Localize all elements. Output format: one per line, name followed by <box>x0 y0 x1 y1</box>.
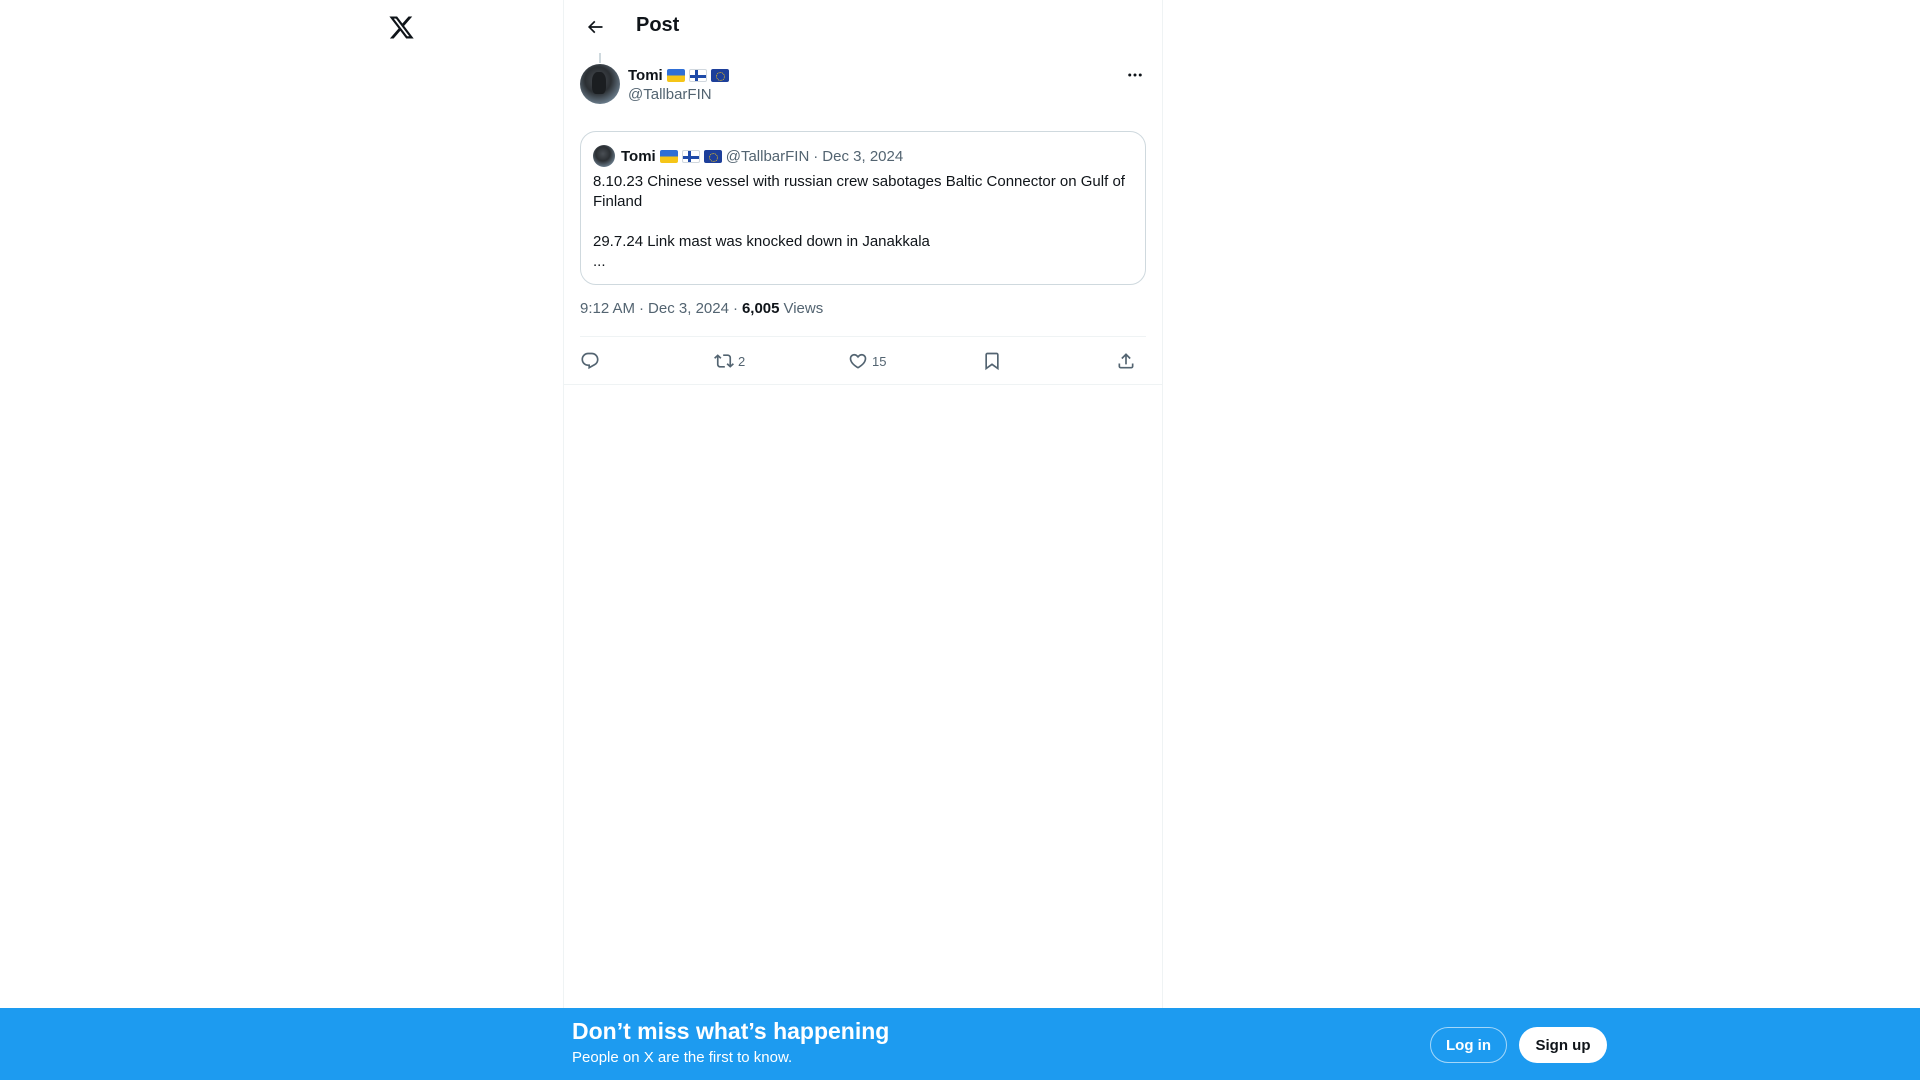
post-meta: 9:12 AM · Dec 3, 2024 · 6,005 Views <box>580 300 823 317</box>
banner-subtitle: People on X are the first to know. <box>572 1049 793 1066</box>
x-logo-icon[interactable] <box>386 12 416 42</box>
bookmark-icon <box>985 352 999 371</box>
finland-flag-icon <box>688 68 707 82</box>
thread-line <box>599 53 601 63</box>
share-icon <box>1118 353 1134 369</box>
repost-button[interactable]: 2 <box>714 347 745 375</box>
back-button[interactable] <box>578 10 612 44</box>
quoted-author-avatar <box>593 145 615 167</box>
views-label: Views <box>783 300 824 317</box>
page-header: Post <box>564 0 1162 53</box>
primary-column: Post Tomi @TallbarFIN Tomi @TallbarFIN ·… <box>563 0 1163 1080</box>
author-avatar[interactable] <box>580 64 620 104</box>
separator-dot: · <box>813 147 819 165</box>
page-title: Post <box>636 14 680 36</box>
heart-icon <box>849 353 867 369</box>
quoted-post-text: 8.10.23 Chinese vessel with russian crew… <box>593 172 1133 272</box>
author-name[interactable]: Tomi <box>628 67 663 84</box>
finland-flag-icon <box>681 149 700 163</box>
reply-button[interactable] <box>580 347 604 375</box>
x-logo-svg <box>388 16 414 38</box>
signup-banner: Don’t miss what’s happening People on X … <box>0 1008 1920 1080</box>
share-button[interactable] <box>1116 347 1136 375</box>
author-name-row: Tomi <box>628 65 729 85</box>
ukraine-flag-icon <box>666 68 685 82</box>
more-dots-icon <box>1128 73 1142 77</box>
repost-icon <box>714 354 734 368</box>
quoted-text-line: 29.7.24 Link mast was knocked down in Ja… <box>593 233 930 250</box>
post-time[interactable]: 9:12 AM <box>580 300 635 317</box>
post-date[interactable]: Dec 3, 2024 <box>648 300 729 317</box>
quoted-author-handle: @TallbarFIN <box>725 147 810 165</box>
bookmark-button[interactable] <box>982 347 1002 375</box>
divider <box>580 336 1146 337</box>
like-button[interactable]: 15 <box>848 347 886 375</box>
quoted-author-name: Tomi <box>621 147 656 165</box>
quoted-post-header: Tomi @TallbarFIN · Dec 3, 2024 <box>593 145 903 167</box>
views-count: 6,005 <box>741 300 780 317</box>
quoted-post-date: Dec 3, 2024 <box>822 147 904 165</box>
action-bar: 2 15 <box>580 347 1146 375</box>
quoted-post-card[interactable]: Tomi @TallbarFIN · Dec 3, 2024 8.10.23 C… <box>580 131 1146 285</box>
quoted-text-ellipsis: ... <box>593 253 606 270</box>
separator-dot: · <box>732 300 738 317</box>
banner-title: Don’t miss what’s happening <box>572 1018 890 1044</box>
login-button[interactable]: Log in <box>1430 1027 1507 1063</box>
like-count: 15 <box>872 353 887 369</box>
repost-count: 2 <box>738 353 746 369</box>
separator-dot: · <box>639 300 645 317</box>
eu-flag-icon <box>710 68 729 82</box>
reply-icon <box>581 352 599 370</box>
more-button[interactable] <box>1122 62 1148 88</box>
author-handle[interactable]: @TallbarFIN <box>628 86 712 103</box>
ukraine-flag-icon <box>659 149 678 163</box>
signup-button[interactable]: Sign up <box>1519 1027 1607 1063</box>
divider <box>564 384 1162 385</box>
eu-flag-icon <box>703 149 722 163</box>
quoted-text-line: 8.10.23 Chinese vessel with russian crew… <box>593 173 1125 210</box>
arrow-left-icon <box>587 20 603 34</box>
